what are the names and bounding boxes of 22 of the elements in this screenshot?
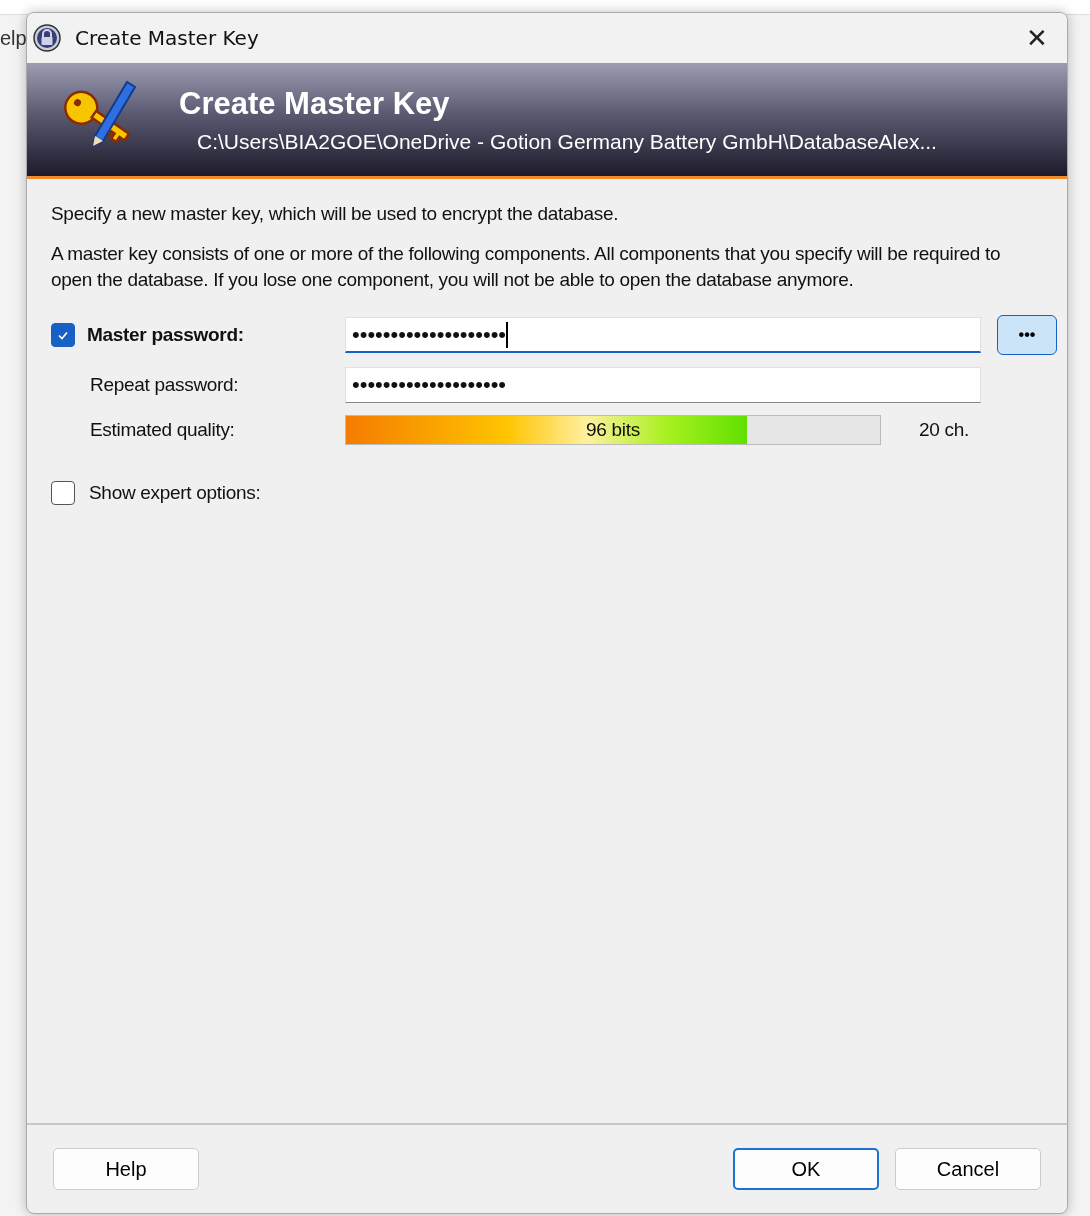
lock-icon: [33, 24, 61, 52]
window-title: Create Master Key: [75, 26, 259, 50]
password-field[interactable]: ••••••••••••••••••••: [345, 317, 981, 353]
field-label: Master password:: [87, 324, 244, 346]
dialog-button[interactable]: OK: [733, 1148, 879, 1190]
menu-text: elp: [0, 27, 27, 50]
description-text: A master key consists of one or more of the following components. All components that you specify will be required to open the database. If you lose one component, you will not be able to open the database anymore.: [51, 242, 1002, 292]
checkbox-label: Show expert options:: [89, 482, 261, 504]
quality-reading: 96 bits: [585, 419, 641, 441]
banner-title: Create Master Key: [179, 85, 451, 122]
checkbox[interactable]: [51, 481, 75, 505]
close-button[interactable]: ✕: [1007, 13, 1067, 63]
checkbox[interactable]: [51, 323, 75, 347]
database-path: C:\Users\BIA2GOE\OneDrive - Gotion Germany Battery GmbH\DatabaseAlex...: [196, 129, 937, 154]
dialog-button[interactable]: Help: [53, 1148, 199, 1190]
field-label: Repeat password:: [90, 374, 239, 396]
field-label: Estimated quality:: [90, 419, 235, 441]
password-field[interactable]: ••••••••••••••••••••: [345, 367, 981, 403]
intro-text: Specify a new master key, which will be used to encrypt the database.: [51, 203, 620, 225]
dialog-button[interactable]: Cancel: [895, 1148, 1041, 1190]
character-count: 20 ch.: [919, 419, 969, 441]
show-password-button[interactable]: •••: [997, 315, 1057, 355]
